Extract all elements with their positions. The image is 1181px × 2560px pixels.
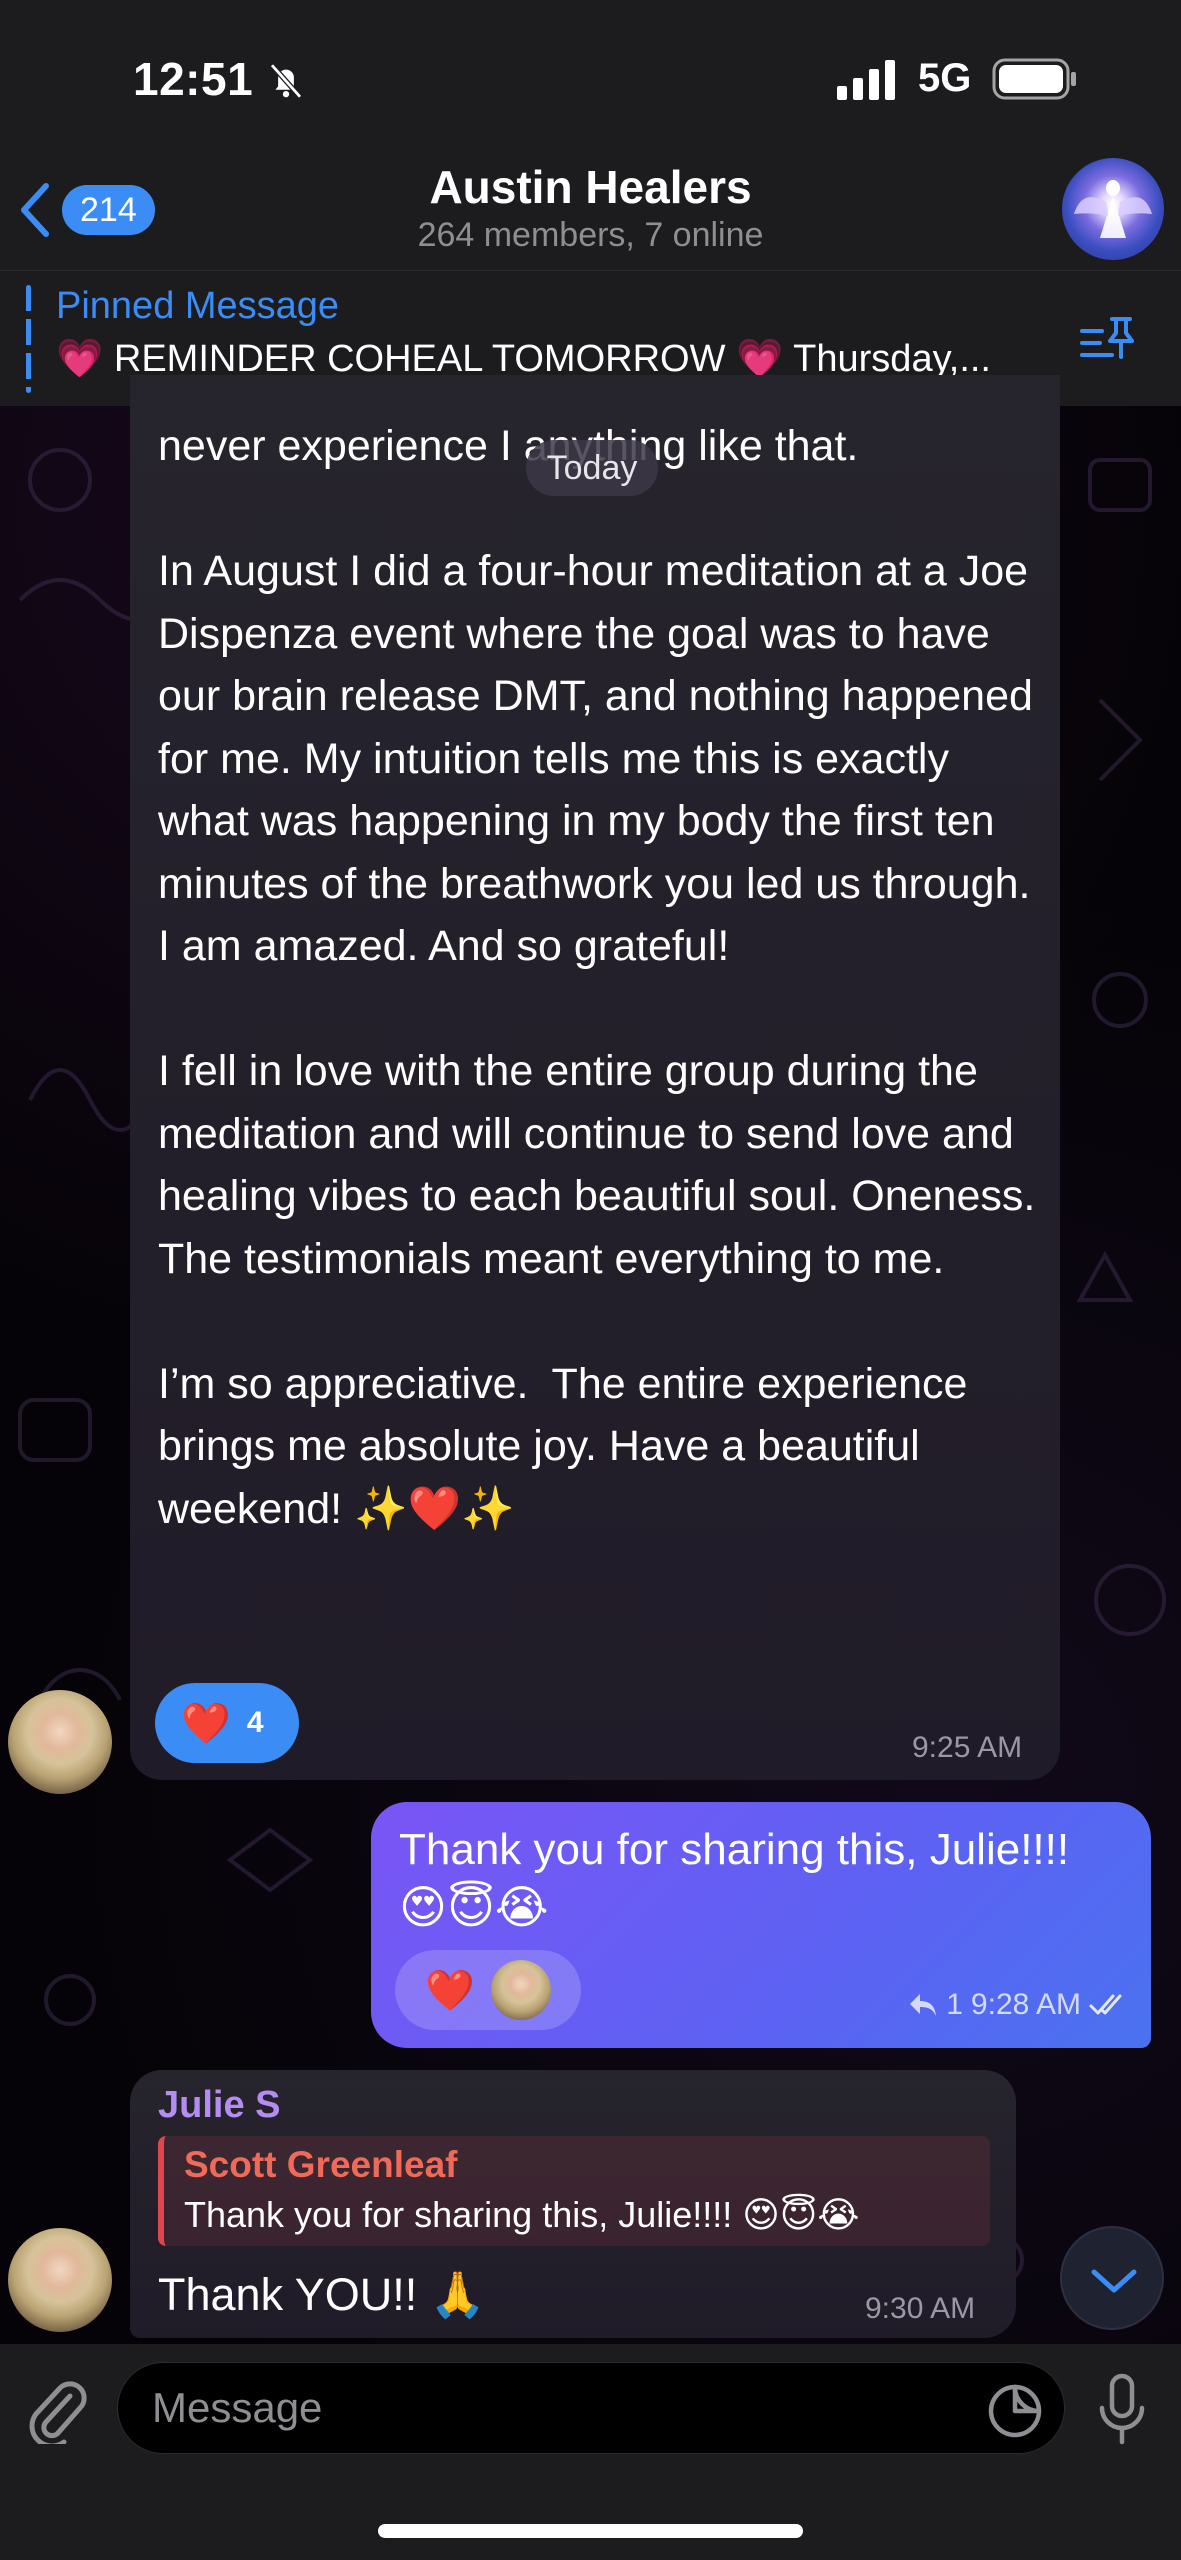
network-type: 5G — [918, 56, 972, 100]
avatar[interactable] — [8, 2228, 112, 2332]
reaction-count: 4 — [246, 1706, 264, 1739]
reply-count: 1 — [946, 1988, 963, 2021]
sticker-icon[interactable] — [986, 2382, 1044, 2440]
message-time: 9:30 AM — [865, 2292, 976, 2325]
status-time: 12:51 — [133, 53, 254, 105]
pinned-title: Pinned Message — [56, 285, 340, 327]
battery-icon — [992, 58, 1076, 100]
date-separator: Today — [526, 440, 658, 496]
reaction-pill[interactable]: ❤️ 4 — [155, 1683, 299, 1763]
pinned-list-icon[interactable] — [1078, 311, 1138, 371]
message-time: 9:28 AM — [970, 1988, 1081, 2021]
cellular-signal-icon — [837, 60, 895, 100]
message-emoji: 😍😇😭 — [399, 1880, 549, 1934]
home-indicator — [378, 2524, 803, 2538]
sender-name[interactable]: Julie S — [158, 2084, 281, 2127]
chat-header: 214 Austin Healers 264 members, 7 online — [0, 140, 1181, 270]
quoted-sender: Scott Greenleaf — [184, 2144, 458, 2185]
message-input-bar — [0, 2344, 1181, 2560]
group-avatar[interactable] — [1062, 158, 1164, 260]
chat-subtitle: 264 members, 7 online — [417, 216, 764, 254]
angel-figure-icon — [1074, 180, 1152, 238]
scroll-to-bottom-button[interactable] — [1060, 2226, 1164, 2330]
message-meta: 1 9:28 AM — [908, 1988, 1129, 2022]
chat-title[interactable]: Austin Healers — [0, 160, 1181, 214]
double-check-icon — [1089, 1994, 1122, 2015]
heart-reaction-emoji: ❤️ — [181, 1701, 231, 1746]
avatar[interactable] — [8, 1690, 112, 1794]
bell-off-icon — [270, 63, 302, 99]
message-text: Thank YOU!! 🙏 — [158, 2269, 486, 2320]
message-text: Thank you for sharing this, Julie!!!! — [399, 1825, 1070, 1874]
microphone-icon[interactable] — [1090, 2370, 1154, 2450]
message-time: 9:25 AM — [912, 1731, 1023, 1764]
paperclip-icon[interactable] — [24, 2374, 88, 2444]
quoted-text: Thank you for sharing this, Julie!!!! 😍😇… — [184, 2194, 860, 2235]
pinned-indicator — [26, 285, 31, 393]
status-bar: 12:51 5G — [0, 0, 1181, 160]
message-input[interactable] — [117, 2362, 1065, 2454]
reactor-avatar — [490, 1960, 551, 2020]
outgoing-message[interactable]: Thank you for sharing this, Julie!!!! 😍😇… — [371, 1802, 1151, 2048]
message-text: never experience I anything like that. I… — [158, 422, 1036, 1533]
quoted-message[interactable]: Scott Greenleaf Thank you for sharing th… — [158, 2136, 990, 2246]
incoming-reply-message[interactable]: Julie S Scott Greenleaf Thank you for sh… — [130, 2070, 1016, 2338]
reaction-pill[interactable]: ❤️ — [395, 1950, 581, 2030]
heart-reaction-emoji: ❤️ — [425, 1968, 475, 2013]
reply-arrow-icon — [910, 1994, 937, 2016]
incoming-message[interactable]: never experience I anything like that. I… — [130, 375, 1060, 1780]
chevron-down-icon — [1091, 2269, 1137, 2293]
